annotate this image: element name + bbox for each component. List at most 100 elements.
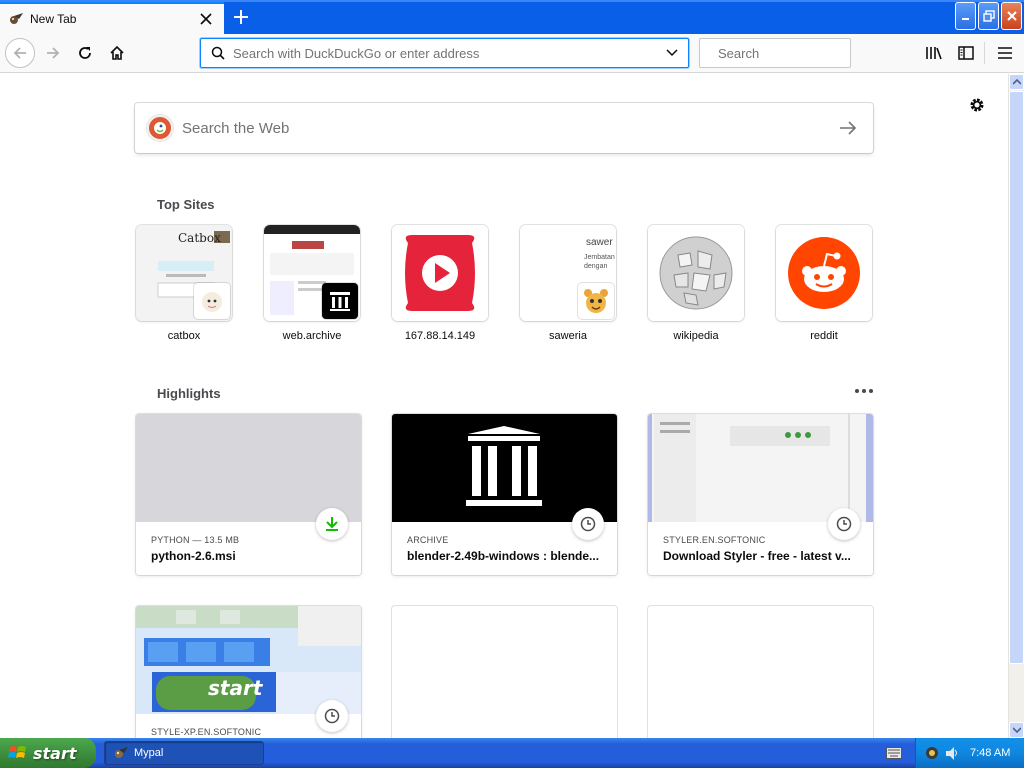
scroll-up-icon[interactable] — [1009, 74, 1024, 90]
clock-icon — [316, 700, 348, 732]
highlight-card[interactable]: PYTHON — 13.5 MB python-2.6.msi — [136, 414, 361, 575]
search-bar[interactable] — [699, 38, 894, 68]
vertical-scrollbar[interactable] — [1008, 74, 1024, 738]
more-options-icon[interactable] — [850, 380, 878, 402]
arrow-right-icon[interactable] — [828, 108, 868, 148]
keyboard-icon[interactable] — [886, 746, 902, 760]
site-preview-text: sawer — [586, 237, 613, 248]
top-site-wikipedia[interactable]: wikipedia — [648, 225, 744, 342]
highlights-heading: Highlights — [157, 386, 221, 401]
gear-icon[interactable] — [966, 94, 988, 116]
forward-arrow-icon — [47, 47, 60, 59]
highlight-card[interactable]: start STYLE-XP.EN.SOFTONIC — [136, 606, 361, 738]
top-site-label: catbox — [167, 330, 201, 342]
card-context: PYTHON — 13.5 MB — [151, 535, 240, 545]
play-icon — [392, 225, 488, 321]
top-site-label: saweria — [549, 330, 587, 342]
reddit-icon — [776, 225, 872, 321]
minimize-button[interactable] — [955, 2, 976, 30]
menu-button[interactable] — [991, 39, 1019, 67]
window-controls — [955, 2, 1022, 30]
library-button[interactable] — [920, 39, 948, 67]
top-site-web-archive[interactable]: web.archive — [264, 225, 360, 342]
wikipedia-globe-icon — [648, 225, 744, 321]
saweria-favicon-icon — [578, 283, 614, 319]
highlight-card[interactable]: STYLER.EN.SOFTONIC Download Styler - fre… — [648, 414, 873, 575]
new-tab-button[interactable] — [226, 4, 256, 30]
sidebar-button[interactable] — [952, 39, 980, 67]
top-site-label: web.archive — [282, 330, 342, 342]
card-preview — [392, 414, 617, 522]
empty-highlight-card — [392, 606, 617, 738]
top-sites-heading: Top Sites — [157, 197, 215, 212]
clock-icon — [572, 508, 604, 540]
web-search-box[interactable] — [135, 103, 873, 153]
web-search-input[interactable] — [182, 119, 828, 137]
card-context: STYLE-XP.EN.SOFTONIC — [151, 727, 262, 737]
site-preview-subtext: Jembatan dengan pe — [584, 254, 615, 270]
address-bar[interactable] — [200, 38, 689, 68]
card-context: ARCHIVE — [407, 535, 449, 545]
top-site-catbox[interactable]: Catbox catbox — [136, 225, 232, 342]
card-title: Download Styler - free - latest v... — [663, 549, 851, 563]
restore-button[interactable] — [978, 2, 999, 30]
navigation-toolbar — [0, 34, 1024, 73]
top-site-label: 167.88.14.149 — [404, 330, 476, 342]
top-site-label: reddit — [810, 330, 838, 342]
card-context: STYLER.EN.SOFTONIC — [663, 535, 766, 545]
forward-button[interactable] — [38, 38, 68, 68]
search-input[interactable] — [718, 45, 894, 61]
chevron-down-icon[interactable] — [660, 41, 684, 65]
site-thumbnail — [776, 225, 872, 321]
start-label: start — [33, 743, 77, 763]
card-preview — [648, 414, 873, 522]
highlight-card[interactable]: ARCHIVE blender-2.49b-windows : blende..… — [392, 414, 617, 575]
back-arrow-icon — [13, 47, 26, 59]
scrollbar-thumb[interactable] — [1009, 91, 1024, 664]
site-thumbnail — [392, 225, 488, 321]
tab-new-tab[interactable]: New Tab — [0, 2, 224, 34]
new-tab-page: Top Sites Catbox catbox — [0, 74, 1008, 738]
mypal-icon — [115, 747, 128, 758]
home-button[interactable] — [102, 38, 132, 68]
library-icon — [926, 47, 942, 60]
card-preview-text: start — [208, 676, 263, 700]
clock: 7:48 AM — [970, 747, 1011, 759]
volume-icon[interactable] — [944, 745, 960, 761]
network-icon[interactable] — [924, 745, 940, 761]
back-button[interactable] — [5, 38, 35, 68]
top-site-ip[interactable]: 167.88.14.149 — [392, 225, 488, 342]
close-window-button[interactable] — [1001, 2, 1022, 30]
mypal-icon — [8, 11, 24, 27]
card-preview — [136, 414, 361, 522]
card-preview: start — [136, 606, 361, 714]
site-thumbnail: sawer Jembatan dengan pe — [520, 225, 616, 321]
reload-icon — [79, 47, 91, 59]
scroll-down-icon[interactable] — [1009, 722, 1024, 738]
catbox-favicon-icon — [194, 283, 230, 319]
close-tab-icon[interactable] — [194, 7, 218, 31]
home-icon — [110, 45, 124, 60]
site-thumbnail — [648, 225, 744, 321]
reload-button[interactable] — [70, 38, 100, 68]
search-icon — [211, 46, 225, 60]
hamburger-icon — [998, 47, 1012, 59]
taskbar-item-mypal[interactable]: Mypal — [104, 741, 264, 765]
card-title: blender-2.49b-windows : blende... — [407, 549, 600, 563]
site-thumbnail: Catbox — [136, 225, 232, 321]
sidebar-icon — [958, 46, 974, 60]
top-site-saweria[interactable]: sawer Jembatan dengan pe saweria — [520, 225, 616, 342]
archive-favicon-icon — [322, 283, 358, 319]
duckduckgo-icon — [147, 115, 173, 141]
title-bar: New Tab — [0, 0, 1024, 34]
start-button[interactable]: start — [0, 738, 96, 768]
empty-highlight-card — [648, 606, 873, 738]
address-input[interactable] — [233, 45, 660, 61]
top-site-reddit[interactable]: reddit — [776, 225, 872, 342]
windows-logo-icon — [8, 746, 26, 758]
clock-icon — [828, 508, 860, 540]
toolbar-separator — [984, 42, 985, 64]
tab-title: New Tab — [30, 12, 77, 26]
site-preview-text: Catbox — [178, 231, 221, 245]
download-icon — [316, 508, 348, 540]
